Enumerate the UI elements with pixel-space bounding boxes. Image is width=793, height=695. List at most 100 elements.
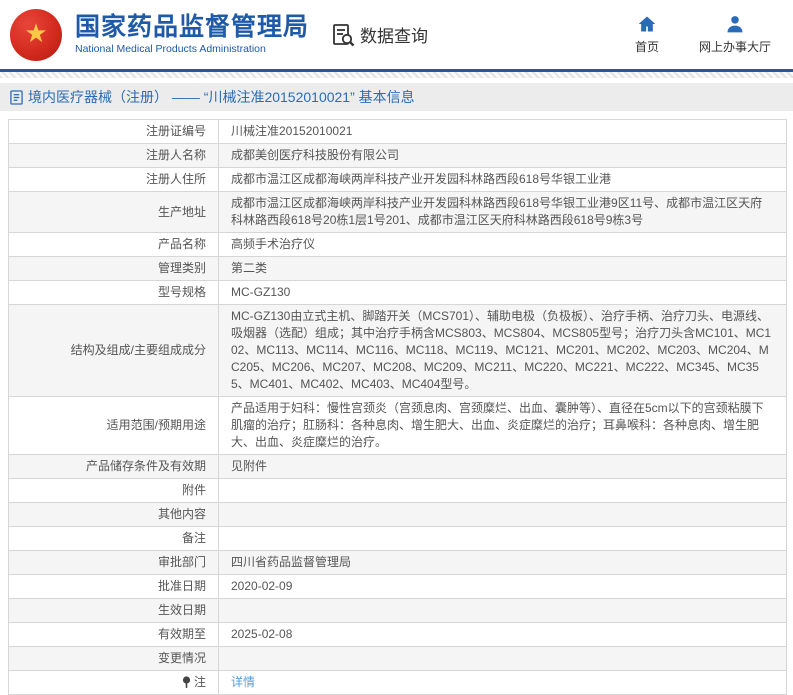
row-value-cell: 详情: [219, 671, 786, 694]
nav-service-hall-label: 网上办事大厅: [699, 38, 771, 55]
row-value: 2020-02-09: [231, 578, 292, 595]
row-value: 见附件: [231, 458, 267, 475]
row-label-cell: 适用范围/预期用途: [9, 397, 219, 454]
row-label: 注册人住所: [146, 171, 206, 188]
row-value: 2025-02-08: [231, 626, 292, 643]
row-label: 生效日期: [158, 602, 206, 619]
table-row: 注册证编号 川械注准20152010021: [9, 120, 786, 144]
table-row: 有效期至 2025-02-08: [9, 623, 786, 647]
table-row: 审批部门 四川省药品监督管理局: [9, 551, 786, 575]
table-row: 附件: [9, 479, 786, 503]
row-label: 注: [194, 674, 206, 691]
row-label-cell: 产品储存条件及有效期: [9, 455, 219, 478]
row-label-cell: 结构及组成/主要组成成分: [9, 305, 219, 396]
home-icon: [637, 14, 657, 34]
table-row: 注册人名称 成都美创医疗科技股份有限公司: [9, 144, 786, 168]
info-table-body: 注册证编号 川械注准20152010021 注册人名称 成都美创医疗科技股份有限…: [9, 120, 786, 694]
data-query-section[interactable]: 数据查询: [331, 22, 428, 47]
data-query-label: 数据查询: [360, 22, 428, 47]
row-value: MC-GZ130由立式主机、脚踏开关（MCS701）、辅助电极（负极板）、治疗手…: [231, 308, 774, 393]
table-row: 注册人住所 成都市温江区成都海峡两岸科技产业开发园科林路西段618号华银工业港: [9, 168, 786, 192]
emblem-star-icon: ★: [24, 20, 47, 46]
table-row: 生产地址 成都市温江区成都海峡两岸科技产业开发园科林路西段618号华银工业港9区…: [9, 192, 786, 233]
row-value: MC-GZ130: [231, 284, 290, 301]
row-value: 四川省药品监督管理局: [231, 554, 351, 571]
row-label-cell: 批准日期: [9, 575, 219, 598]
row-label-cell: 注: [9, 671, 219, 694]
row-value-cell: MC-GZ130: [219, 281, 786, 304]
row-value-cell: 2020-02-09: [219, 575, 786, 598]
row-value-cell: [219, 527, 786, 550]
document-icon: [10, 90, 23, 105]
row-label-cell: 管理类别: [9, 257, 219, 280]
row-label: 附件: [182, 482, 206, 499]
row-label: 产品名称: [158, 236, 206, 253]
row-value: 川械注准20152010021: [231, 123, 352, 140]
row-label: 型号规格: [158, 284, 206, 301]
row-label-cell: 生效日期: [9, 599, 219, 622]
row-label-cell: 有效期至: [9, 623, 219, 646]
table-row: 批准日期 2020-02-09: [9, 575, 786, 599]
national-emblem-logo: ★: [10, 9, 62, 61]
row-label-cell: 产品名称: [9, 233, 219, 256]
site-header: ★ 国家药品监督管理局 National Medical Products Ad…: [0, 0, 793, 69]
note-pin-icon: [182, 676, 191, 689]
table-row: 适用范围/预期用途 产品适用于妇科：慢性宫颈炎（宫颈息肉、宫颈糜烂、出血、囊肿等…: [9, 397, 786, 455]
nav-home[interactable]: 首页: [635, 14, 659, 55]
row-value-cell: [219, 479, 786, 502]
data-query-icon: [331, 23, 355, 47]
row-value-cell: 产品适用于妇科：慢性宫颈炎（宫颈息肉、宫颈糜烂、出血、囊肿等）、直径在5cm以下…: [219, 397, 786, 454]
row-value-cell: 第二类: [219, 257, 786, 280]
row-value: 成都美创医疗科技股份有限公司: [231, 147, 399, 164]
table-row: 其他内容: [9, 503, 786, 527]
table-row: 结构及组成/主要组成成分 MC-GZ130由立式主机、脚踏开关（MCS701）、…: [9, 305, 786, 397]
row-value: 产品适用于妇科：慢性宫颈炎（宫颈息肉、宫颈糜烂、出血、囊肿等）、直径在5cm以下…: [231, 400, 774, 451]
table-row: 变更情况: [9, 647, 786, 671]
row-value-cell: MC-GZ130由立式主机、脚踏开关（MCS701）、辅助电极（负极板）、治疗手…: [219, 305, 786, 396]
row-label-cell: 注册证编号: [9, 120, 219, 143]
row-label: 适用范围/预期用途: [107, 417, 206, 434]
row-label-cell: 备注: [9, 527, 219, 550]
row-value-cell: 川械注准20152010021: [219, 120, 786, 143]
table-row: 产品储存条件及有效期 见附件: [9, 455, 786, 479]
row-label-cell: 注册人名称: [9, 144, 219, 167]
nav-service-hall[interactable]: 网上办事大厅: [699, 14, 771, 55]
row-value-cell: 2025-02-08: [219, 623, 786, 646]
row-label: 有效期至: [158, 626, 206, 643]
row-label: 变更情况: [158, 650, 206, 667]
table-row: 产品名称 高频手术治疗仪: [9, 233, 786, 257]
row-label: 审批部门: [158, 554, 206, 571]
row-value: 第二类: [231, 260, 267, 277]
row-label: 管理类别: [158, 260, 206, 277]
row-value-cell: [219, 647, 786, 670]
row-value-cell: 成都市温江区成都海峡两岸科技产业开发园科林路西段618号华银工业港: [219, 168, 786, 191]
breadcrumb: 境内医疗器械（注册） —— “川械注准20152010021” 基本信息: [0, 83, 793, 111]
row-label-cell: 型号规格: [9, 281, 219, 304]
row-label-cell: 附件: [9, 479, 219, 502]
hatch-band: [0, 72, 793, 78]
table-row: 型号规格 MC-GZ130: [9, 281, 786, 305]
page-title: 境内医疗器械（注册） —— “川械注准20152010021” 基本信息: [28, 87, 415, 107]
row-label: 注册证编号: [146, 123, 206, 140]
table-row: 备注: [9, 527, 786, 551]
nav-home-label: 首页: [635, 38, 659, 55]
row-label-cell: 审批部门: [9, 551, 219, 574]
row-value: 成都市温江区成都海峡两岸科技产业开发园科林路西段618号华银工业港: [231, 171, 611, 188]
row-label-cell: 其他内容: [9, 503, 219, 526]
row-value: 高频手术治疗仪: [231, 236, 315, 253]
detail-link[interactable]: 详情: [231, 674, 255, 691]
row-label: 注册人名称: [146, 147, 206, 164]
row-label: 产品储存条件及有效期: [86, 458, 206, 475]
row-value-cell: 四川省药品监督管理局: [219, 551, 786, 574]
row-value-cell: 高频手术治疗仪: [219, 233, 786, 256]
table-row: 注 详情: [9, 671, 786, 694]
header-nav: 首页 网上办事大厅: [635, 14, 771, 55]
row-label: 生产地址: [158, 204, 206, 221]
brand-text: 国家药品监督管理局 National Medical Products Admi…: [75, 14, 309, 56]
registration-info-table: 注册证编号 川械注准20152010021 注册人名称 成都美创医疗科技股份有限…: [8, 119, 787, 695]
table-row: 管理类别 第二类: [9, 257, 786, 281]
user-icon: [725, 14, 745, 34]
row-label: 其他内容: [158, 506, 206, 523]
row-label-cell: 变更情况: [9, 647, 219, 670]
table-row: 生效日期: [9, 599, 786, 623]
